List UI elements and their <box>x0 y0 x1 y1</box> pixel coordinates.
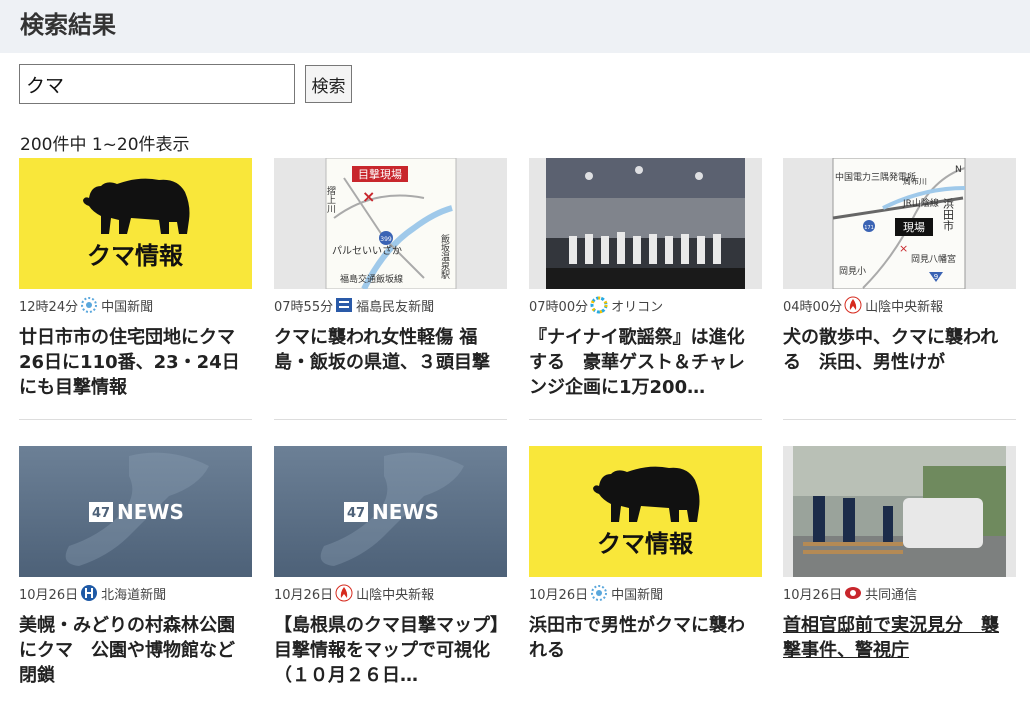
sanin-logo-icon <box>844 296 862 314</box>
article-card[interactable]: 47 NEWS 10月26日 山陰中央新報 【島根県のクマ目撃マップ】目撃情報を… <box>274 446 507 686</box>
hokkaido-logo-icon <box>80 584 98 602</box>
article-card[interactable]: 10月26日 共同通信 首相官邸前で実況見分 襲撃事件、警視庁 <box>783 446 1016 661</box>
article-source: 北海道新聞 <box>101 587 167 603</box>
bear-icon: クマ情報 <box>593 466 700 558</box>
article-meta: 07時00分 オリコン <box>529 295 762 315</box>
article-source: オリコン <box>611 299 664 315</box>
svg-text:×: × <box>899 242 908 255</box>
article-title[interactable]: 首相官邸前で実況見分 襲撃事件、警視庁 <box>783 613 1016 663</box>
article-title[interactable]: 浜田市で男性がクマに襲われる <box>529 613 762 663</box>
article-thumbnail[interactable]: 目撃現場 × 399 パルセいいざか 福島交通飯坂線 摺上川 飯坂温泉駅 <box>274 158 507 289</box>
news-logo-image: 47 NEWS <box>65 452 210 566</box>
map-tag: 目撃現場 <box>358 167 402 181</box>
north-arrow: N <box>955 165 962 175</box>
result-count: 200件中 1~20件表示 <box>20 135 190 155</box>
sanin-logo-icon <box>335 584 353 602</box>
article-thumbnail[interactable]: 47 NEWS <box>19 446 252 577</box>
article-meta: 10月26日 北海道新聞 <box>19 583 252 603</box>
article-meta: 10月26日 山陰中央新報 <box>274 583 507 603</box>
article-title[interactable]: 廿日市市の住宅団地にクマ 26日に110番、23・24日にも目撃情報 <box>19 325 252 400</box>
article-meta: 10月26日 中国新聞 <box>529 583 762 603</box>
divider <box>274 419 507 420</box>
svg-text:47: 47 <box>347 506 365 521</box>
svg-text:×: × <box>362 187 375 206</box>
article-time: 04時00分 <box>783 299 843 315</box>
minyu-logo-icon <box>335 296 353 314</box>
article-title[interactable]: 犬の散歩中、クマに襲われる 浜田、男性けが <box>783 325 1016 375</box>
article-thumbnail[interactable] <box>783 446 1016 577</box>
article-time: 10月26日 <box>274 587 334 603</box>
article-time: 10月26日 <box>783 587 843 603</box>
article-source: 中国新聞 <box>611 587 664 603</box>
article-time: 10月26日 <box>19 587 79 603</box>
article-meta: 10月26日 共同通信 <box>783 583 1016 603</box>
article-title[interactable]: クマに襲われ女性軽傷 福島・飯坂の県道、３頭目撃 <box>274 325 507 375</box>
news-logo-image: 47 NEWS <box>320 452 464 566</box>
bear-label: クマ情報 <box>597 530 694 558</box>
map-image: 現場 × 岡見八幡宮 岡見小 中国電力三隅発電所 JR山陰線 浜田市 N 周布川… <box>832 158 966 289</box>
article-source: 中国新聞 <box>101 299 154 315</box>
route-number: 171 <box>864 225 874 231</box>
article-card[interactable]: 現場 × 岡見八幡宮 岡見小 中国電力三隅発電所 JR山陰線 浜田市 N 周布川… <box>783 158 1016 420</box>
article-card[interactable]: 47 NEWS 10月26日 北海道新聞 美幌・みどりの村森林公園にクマ 公園や… <box>19 446 252 686</box>
map-place: JR山陰線 <box>902 197 939 209</box>
article-source: 山陰中央新報 <box>356 587 435 603</box>
article-source: 福島民友新聞 <box>356 299 435 315</box>
route-number: 399 <box>380 236 392 243</box>
article-card[interactable]: 07時00分 オリコン 『ナイナイ歌謡祭』は進化する 豪華ゲスト＆チャレンジ企画… <box>529 158 762 420</box>
search-input[interactable] <box>19 64 295 104</box>
article-thumbnail[interactable]: 47 NEWS <box>274 446 507 577</box>
snowflake-logo-icon <box>590 584 608 602</box>
article-time: 12時24分 <box>19 299 79 315</box>
page-title: 検索結果 <box>20 11 116 39</box>
svg-text:47: 47 <box>92 506 110 521</box>
route-number: 9 <box>934 273 938 281</box>
concert-photo <box>546 158 745 289</box>
article-title[interactable]: 美幌・みどりの村森林公園にクマ 公園や博物館など閉鎖 <box>19 613 252 688</box>
article-time: 10月26日 <box>529 587 589 603</box>
article-meta: 12時24分 中国新聞 <box>19 295 252 315</box>
article-title[interactable]: 『ナイナイ歌謡祭』は進化する 豪華ゲスト＆チャレンジ企画に1万200… <box>529 325 762 400</box>
article-source: 共同通信 <box>865 587 918 603</box>
bear-icon: クマ情報 <box>83 178 190 270</box>
map-place: 摺上川 <box>325 185 336 213</box>
map-image: 目撃現場 × 399 パルセいいざか 福島交通飯坂線 摺上川 飯坂温泉駅 <box>325 158 457 289</box>
snowflake-logo-icon <box>80 296 98 314</box>
article-thumbnail[interactable]: クマ情報 <box>19 158 252 289</box>
map-place: パルセいいざか <box>332 244 402 257</box>
article-card[interactable]: クマ情報 12時24分 中国新聞 廿日市市の住宅団地にクマ 26日に110番、2… <box>19 158 252 420</box>
map-place: 浜田市 <box>942 198 955 232</box>
divider <box>19 419 252 420</box>
map-place: 岡見小 <box>839 266 866 277</box>
svg-text:NEWS: NEWS <box>372 500 439 524</box>
article-source: 山陰中央新報 <box>865 299 944 315</box>
article-card[interactable]: 目撃現場 × 399 パルセいいざか 福島交通飯坂線 摺上川 飯坂温泉駅 07時… <box>274 158 507 420</box>
article-time: 07時55分 <box>274 299 334 315</box>
svg-text:NEWS: NEWS <box>117 500 184 524</box>
map-place: 周布川 <box>903 176 927 186</box>
divider <box>529 419 762 420</box>
map-place: 福島交通飯坂線 <box>340 273 403 285</box>
article-thumbnail[interactable]: 現場 × 岡見八幡宮 岡見小 中国電力三隅発電所 JR山陰線 浜田市 N 周布川… <box>783 158 1016 289</box>
article-thumbnail[interactable] <box>529 158 762 289</box>
map-tag: 現場 <box>903 221 925 234</box>
article-meta: 07時55分 福島民友新聞 <box>274 295 507 315</box>
map-place: 岡見八幡宮 <box>911 253 956 265</box>
police-photo <box>793 446 1006 577</box>
article-card[interactable]: クマ情報 10月26日 中国新聞 浜田市で男性がクマに襲われる <box>529 446 762 661</box>
bear-label: クマ情報 <box>87 242 184 270</box>
page-header: 検索結果 <box>0 0 1030 53</box>
oricon-logo-icon <box>590 296 608 314</box>
map-place: 飯坂温泉駅 <box>439 233 450 280</box>
search-button[interactable]: 検索 <box>305 65 352 103</box>
article-time: 07時00分 <box>529 299 589 315</box>
article-thumbnail[interactable]: クマ情報 <box>529 446 762 577</box>
kyodo-logo-icon <box>844 584 862 602</box>
article-meta: 04時00分 山陰中央新報 <box>783 295 1016 315</box>
divider <box>783 419 1016 420</box>
article-title[interactable]: 【島根県のクマ目撃マップ】目撃情報をマップで可視化（１０月２６日… <box>274 613 507 688</box>
